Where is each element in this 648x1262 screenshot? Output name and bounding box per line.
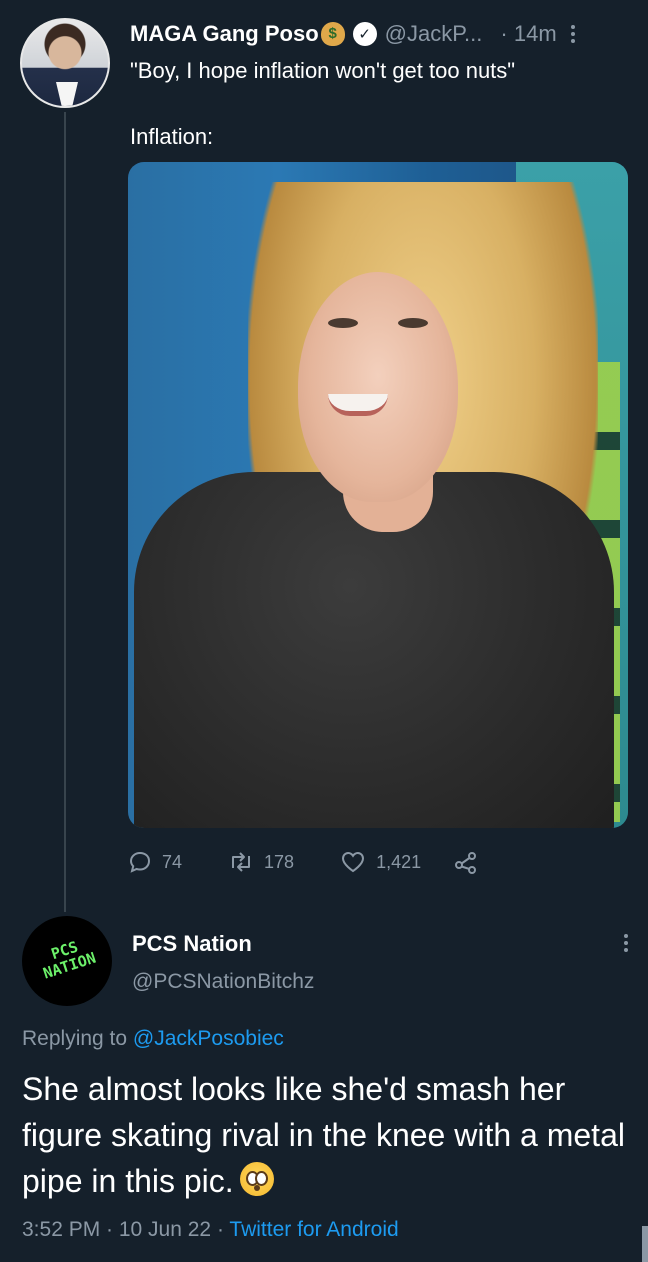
author-avatar[interactable]: PCS NATION	[22, 916, 112, 1006]
replying-to-mention[interactable]: @JackPosobiec	[133, 1027, 284, 1050]
more-vertical-icon[interactable]	[570, 25, 575, 43]
retweet-icon	[232, 852, 251, 872]
tweet-header: MAGA Gang Poso ✓ @JackP... · 14m	[130, 19, 630, 49]
author-avatar[interactable]	[20, 18, 110, 108]
author-name[interactable]: PCS Nation	[132, 931, 252, 957]
author-name[interactable]: MAGA Gang Poso	[130, 21, 319, 47]
replying-to: Replying to @JackPosobiec	[22, 1027, 284, 1050]
tweet-actions: 74 178 1,421	[128, 842, 479, 882]
more-vertical-icon[interactable]	[624, 934, 628, 952]
share-icon	[455, 852, 477, 874]
author-handle[interactable]: @PCSNationBitchz	[132, 970, 314, 994]
tweet-photo[interactable]	[128, 162, 628, 828]
share-button[interactable]	[453, 850, 479, 874]
tweet-timestamp[interactable]: 3:52 PM · 10 Jun 22 ·	[22, 1218, 224, 1241]
author-handle[interactable]: @JackP...	[385, 21, 483, 47]
tweet-source[interactable]: Twitter for Android	[229, 1218, 398, 1241]
tweet-text: "Boy, I hope inflation won't get too nut…	[130, 58, 516, 83]
tweet-time[interactable]: · 14m	[500, 21, 556, 47]
avatar-logo-text: PCS NATION	[40, 937, 99, 983]
flushed-face-emoji	[239, 1162, 274, 1196]
retweet-count: 178	[264, 851, 295, 872]
thread-connector-line	[64, 112, 66, 912]
scrollbar[interactable]	[642, 1226, 648, 1262]
reply-icon	[129, 851, 151, 873]
tweet-text-line2: Inflation:	[130, 124, 214, 149]
like-button[interactable]: 1,421	[340, 850, 421, 874]
reply-button[interactable]: 74	[128, 850, 182, 874]
tweet-body: She almost looks like she'd smash her fi…	[22, 1071, 625, 1199]
tweet-meta: 3:52 PM · 10 Jun 22 · Twitter for Androi…	[22, 1218, 399, 1242]
verified-badge-icon: ✓	[352, 22, 377, 46]
heart-icon	[342, 851, 365, 873]
retweet-button[interactable]: 178	[228, 850, 294, 874]
like-count: 1,421	[376, 851, 422, 872]
money-bag-emoji	[320, 22, 345, 46]
reply-count: 74	[162, 851, 183, 872]
